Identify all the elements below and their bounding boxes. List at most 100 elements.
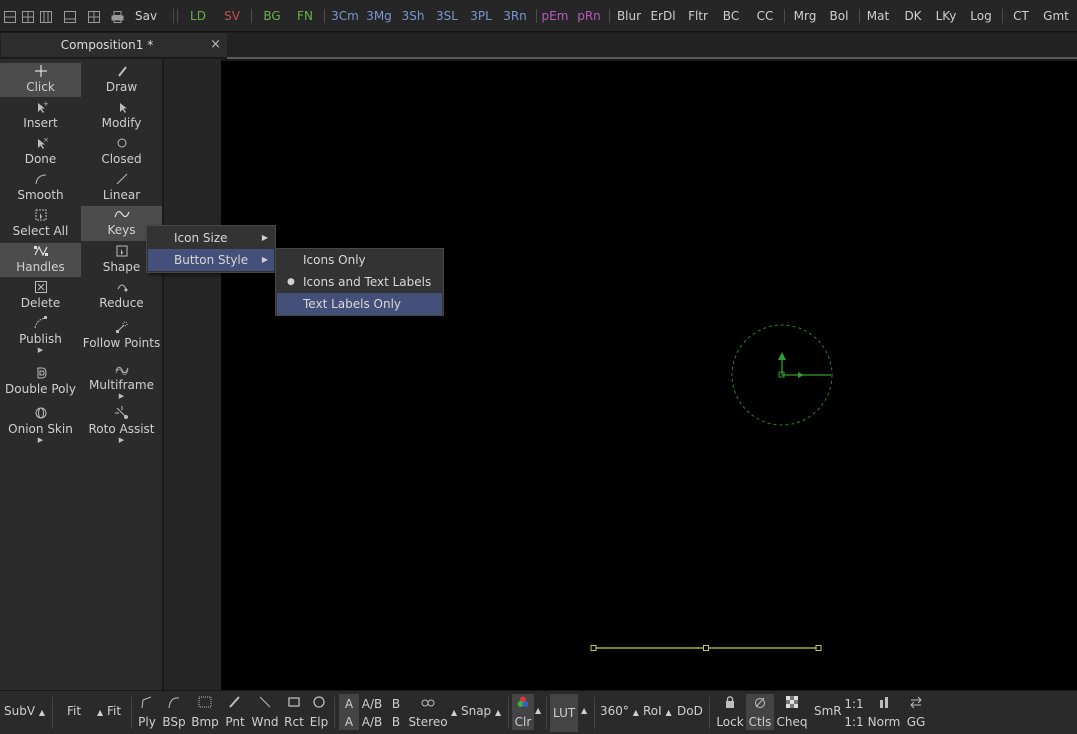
tool-label: Smooth <box>17 188 64 202</box>
stereo-glasses-icon <box>408 694 448 714</box>
tool-draw[interactable]: Draw <box>81 63 162 97</box>
expand-arrow-icon[interactable]: ▶ <box>81 393 162 400</box>
printer-icon[interactable] <box>109 0 125 32</box>
checkerboard-icon <box>772 694 812 714</box>
linear-line-icon <box>81 171 162 187</box>
tool-click[interactable]: Click <box>0 63 81 97</box>
layout-rows-icon[interactable] <box>62 0 78 32</box>
submenu-arrow-icon: ▶ <box>261 233 268 242</box>
transform-widget[interactable] <box>731 324 833 426</box>
tool-button-log[interactable]: Log <box>969 0 993 32</box>
reduce-icon <box>81 279 162 295</box>
tool-button-bol[interactable]: Bol <box>828 0 850 32</box>
viewer-canvas[interactable] <box>221 61 1077 690</box>
tool-done[interactable]: × Done <box>0 135 81 169</box>
stereo-button[interactable]: Stereo <box>408 694 448 730</box>
tool-roto-assist[interactable]: Roto Assist ▶ <box>81 405 162 449</box>
tool-button-prn[interactable]: pRn <box>576 0 602 32</box>
tool-label: Select All <box>12 224 69 238</box>
menu-item-icons-only[interactable]: Icons Only <box>277 249 442 271</box>
save-button[interactable]: Sav <box>135 0 157 32</box>
menu-item-text-labels-only[interactable]: Text Labels Only <box>277 293 442 315</box>
tool-button-ld[interactable]: LD <box>187 0 209 32</box>
tool-button-cc[interactable]: CC <box>754 0 776 32</box>
tool-button-pem[interactable]: pEm <box>541 0 569 32</box>
channel-menu-arrow-icon[interactable]: ▲ <box>535 703 541 719</box>
tool-handles[interactable]: Handles <box>0 243 81 277</box>
lut-button[interactable]: LUT <box>550 694 579 732</box>
menu-item-icon-size[interactable]: Icon Size ▶ <box>148 227 274 249</box>
tool-button-lky[interactable]: LKy <box>934 0 958 32</box>
tool-button-blur[interactable]: Blur <box>615 0 643 32</box>
ellipse-tool-button[interactable]: Elp <box>299 694 339 730</box>
snap-button[interactable]: ▲ Snap ▲ <box>451 703 501 721</box>
menu-item-icons-and-text-labels[interactable]: ● Icons and Text Labels <box>277 271 442 293</box>
tool-button-dk[interactable]: DK <box>902 0 924 32</box>
layout-split-icon[interactable] <box>20 0 36 32</box>
tool-smooth[interactable]: Smooth <box>0 171 81 205</box>
checker-button[interactable]: Cheq <box>772 694 812 730</box>
close-icon[interactable]: × <box>210 33 221 56</box>
tool-closed[interactable]: Closed <box>81 135 162 169</box>
tool-modify[interactable]: Modify <box>81 99 162 133</box>
tool-double-poly[interactable]: Double Poly <box>0 365 81 403</box>
svg-text:×: × <box>43 136 48 144</box>
view-b-button[interactable]: B B <box>386 694 406 730</box>
tool-onion-skin[interactable]: Onion Skin ▶ <box>0 405 81 449</box>
tool-delete[interactable]: Delete <box>0 279 81 313</box>
menu-item-button-style[interactable]: Button Style ▶ <box>148 249 274 271</box>
color-channel-button[interactable]: Clr <box>512 694 534 730</box>
tool-publish[interactable]: Publish ▶ <box>0 315 81 359</box>
viewer-toolbar: SubV ▲ Fit ▲ Fit Ply BSp Bmp Pnt Wnd Rct… <box>0 690 1077 734</box>
tool-button-3rn[interactable]: 3Rn <box>502 0 528 32</box>
layout-single-icon[interactable] <box>2 0 18 32</box>
tool-button-fn[interactable]: FN <box>294 0 316 32</box>
tool-insert[interactable]: + Insert <box>0 99 81 133</box>
tool-button-3sh[interactable]: 3Sh <box>400 0 426 32</box>
tool-follow-points[interactable]: Follow Points <box>81 319 162 359</box>
tool-multiframe[interactable]: Multiframe ▶ <box>81 361 162 403</box>
fit-menu-button[interactable]: ▲ Fit <box>97 703 121 721</box>
tool-button-ct[interactable]: CT <box>1010 0 1032 32</box>
tool-button-sv[interactable]: SV <box>221 0 243 32</box>
tool-button-3mg[interactable]: 3Mg <box>365 0 393 32</box>
tool-label: Reduce <box>99 296 144 310</box>
layout-columns-icon[interactable] <box>38 0 54 32</box>
tool-button-mrg[interactable]: Mrg <box>792 0 818 32</box>
toolbar-divider <box>784 9 785 23</box>
tool-label: Handles <box>16 260 65 274</box>
toolbar-divider <box>859 9 860 23</box>
expand-arrow-icon[interactable]: ▶ <box>0 437 81 444</box>
fit-button[interactable]: Fit <box>67 703 81 719</box>
expand-arrow-icon[interactable]: ▶ <box>81 437 162 444</box>
spline-polyline[interactable] <box>590 645 822 651</box>
tool-label: Closed <box>101 152 142 166</box>
tool-button-3cm[interactable]: 3Cm <box>331 0 359 32</box>
layout-quad-icon[interactable] <box>86 0 102 32</box>
tool-button-gmt[interactable]: Gmt <box>1042 0 1070 32</box>
lut-menu-arrow-icon[interactable]: ▲ <box>581 703 587 719</box>
toolbar-divider <box>1002 9 1003 23</box>
toolbar-divider <box>334 697 335 729</box>
tool-button-3pl[interactable]: 3PL <box>468 0 494 32</box>
expand-arrow-icon[interactable]: ▶ <box>0 347 81 354</box>
gain-gamma-button[interactable]: GG <box>896 694 936 730</box>
tool-button-fltr[interactable]: Fltr <box>686 0 710 32</box>
subview-button[interactable]: SubV ▲ <box>4 703 45 721</box>
controls-button[interactable]: Ctls <box>746 694 774 730</box>
dod-button[interactable]: DoD <box>677 703 703 719</box>
tool-button-bg[interactable]: BG <box>261 0 283 32</box>
tool-reduce[interactable]: Reduce <box>81 279 162 313</box>
view-a-button[interactable]: A A <box>339 694 359 730</box>
view-ab-button[interactable]: A/B A/B <box>358 694 386 730</box>
roi-button[interactable]: RoI ▲ <box>643 703 672 721</box>
tool-button-3sl[interactable]: 3SL <box>435 0 459 32</box>
lock-button[interactable]: Lock <box>710 694 750 730</box>
tool-button-erdl[interactable]: ErDl <box>649 0 677 32</box>
360-view-button[interactable]: 360° ▲ <box>600 703 639 721</box>
tool-linear[interactable]: Linear <box>81 171 162 205</box>
tool-select-all[interactable]: Select All <box>0 207 81 241</box>
tool-button-mat[interactable]: Mat <box>866 0 890 32</box>
tab-composition[interactable]: Composition1 * × <box>1 33 227 57</box>
tool-button-bc[interactable]: BC <box>720 0 742 32</box>
